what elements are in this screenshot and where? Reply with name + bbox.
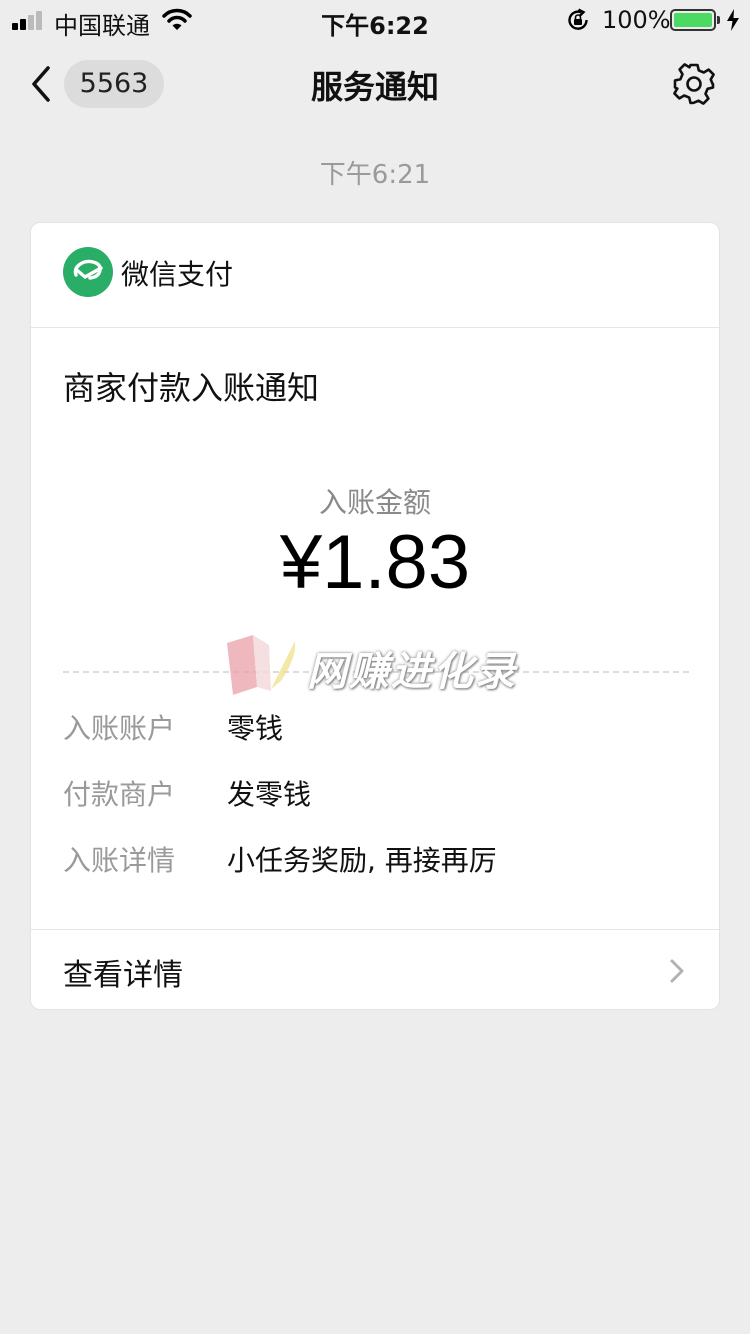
card-header: 微信支付 <box>31 223 719 328</box>
detail-key: 入账详情 <box>63 844 176 877</box>
view-details-row[interactable]: 查看详情 <box>31 929 719 1010</box>
wechat-pay-icon <box>63 247 113 297</box>
orientation-lock-icon <box>568 8 588 30</box>
gear-icon[interactable] <box>672 62 716 106</box>
detail-key: 付款商户 <box>63 778 176 811</box>
battery-icon <box>670 9 716 31</box>
page-title: 服务通知 <box>310 68 439 106</box>
detail-key: 入账账户 <box>63 712 176 745</box>
chevron-right-icon <box>670 959 684 983</box>
watermark: 网赚进化录 <box>223 631 523 701</box>
payment-notification-card[interactable]: 微信支付 商家付款入账通知 入账金额 ¥1.83 网赚进化录 入账账户 零钱 付… <box>30 222 720 1010</box>
amount-value: ¥1.83 <box>279 520 471 605</box>
nav-bar: 5563 服务通知 <box>0 40 750 130</box>
detail-value: 小任务奖励, 再接再厉 <box>227 844 497 877</box>
book-quill-icon <box>227 635 296 695</box>
battery-percent: 100% <box>602 6 671 34</box>
message-timestamp: 下午6:21 <box>319 160 431 190</box>
detail-value: 发零钱 <box>227 778 312 811</box>
view-details-label: 查看详情 <box>63 958 183 993</box>
watermark-text: 网赚进化录 <box>307 649 517 695</box>
status-bar: 中国联通 下午6:22 100% <box>0 0 750 40</box>
detail-value: 零钱 <box>227 712 284 745</box>
card-source-name: 微信支付 <box>121 258 234 291</box>
notification-title: 商家付款入账通知 <box>63 369 320 407</box>
amount-label: 入账金额 <box>318 486 431 519</box>
charging-bolt-icon <box>727 9 739 31</box>
